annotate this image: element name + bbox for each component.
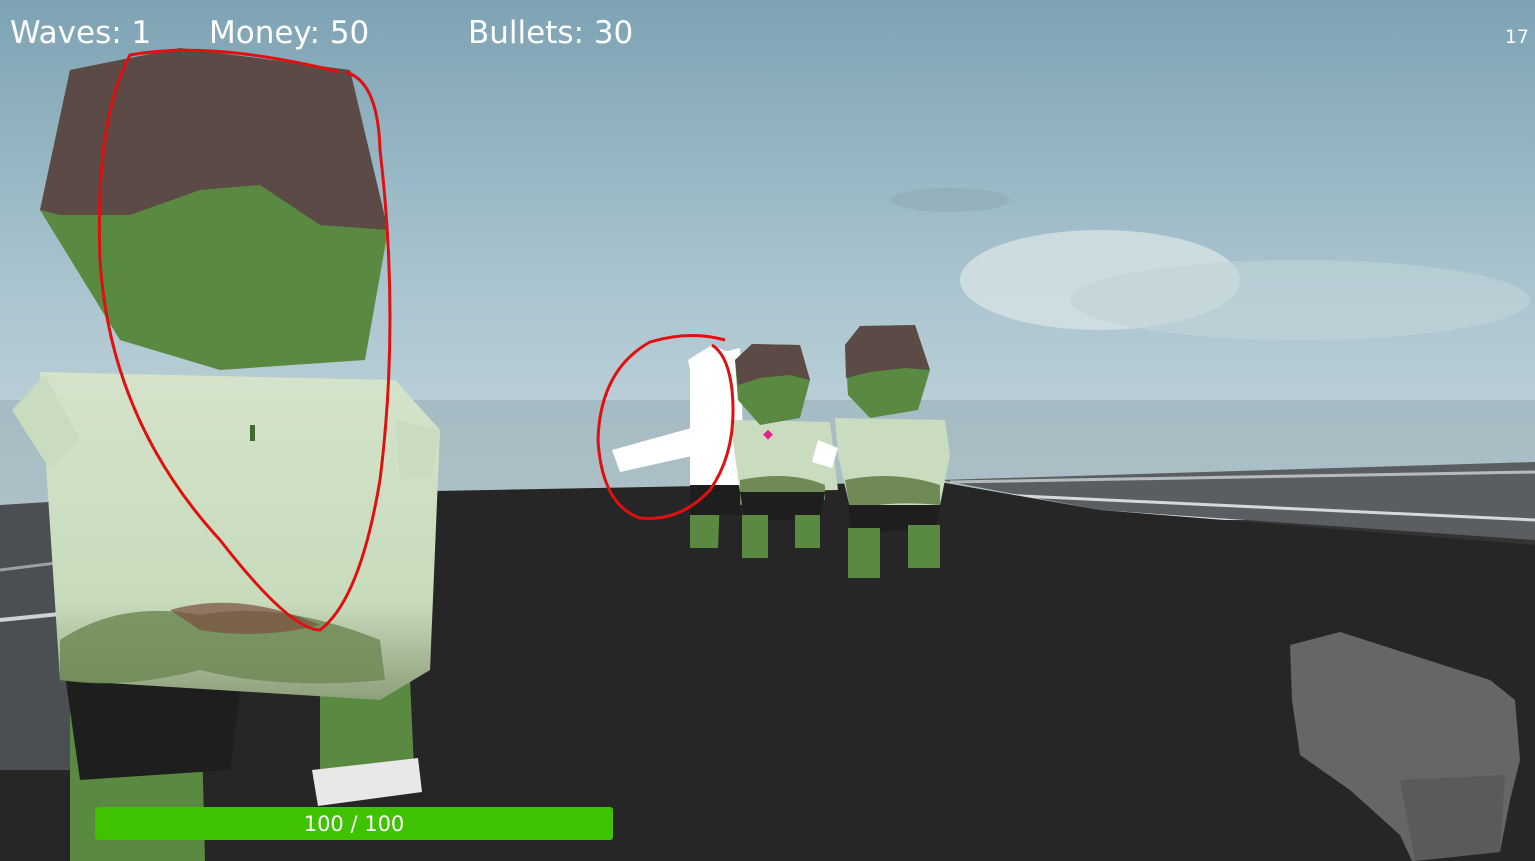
gun-grip	[1400, 775, 1505, 861]
game-viewport	[0, 0, 1535, 861]
waves-counter: Waves: 1	[10, 15, 152, 51]
health-bar: 100 / 100	[95, 807, 613, 840]
zombie-leg	[908, 525, 940, 568]
bullets-counter: Bullets: 30	[468, 15, 634, 51]
zombie-leg	[848, 528, 880, 578]
shirt-pin	[250, 425, 255, 441]
zombie-leg	[742, 515, 768, 558]
cloud	[1070, 260, 1530, 340]
money-counter: Money: 50	[209, 15, 370, 51]
health-bar-label: 100 / 100	[303, 812, 405, 836]
fps-counter: 17	[1504, 26, 1529, 48]
zombie-leg	[795, 515, 820, 548]
cloud	[890, 188, 1010, 212]
